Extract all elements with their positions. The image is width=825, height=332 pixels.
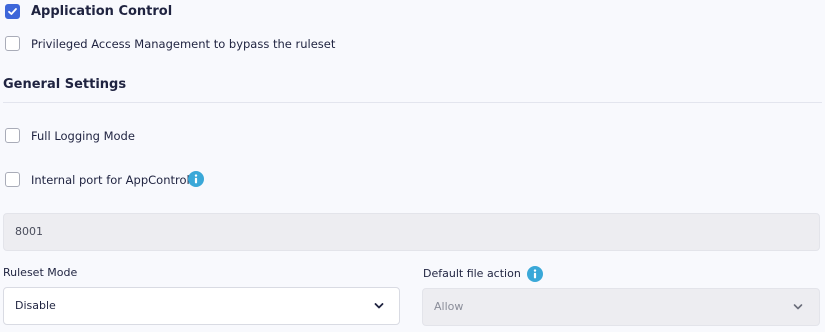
section-divider (3, 102, 822, 103)
ruleset-mode-value: Disable (15, 299, 56, 312)
info-icon[interactable] (527, 266, 543, 282)
internal-port-input[interactable]: 8001 (3, 213, 820, 251)
app-control-settings: Application Control Privileged Access Ma… (0, 0, 825, 332)
chevron-down-icon (374, 303, 384, 309)
application-control-checkbox[interactable] (5, 4, 20, 19)
internal-port-label: Internal port for AppControl (31, 173, 190, 187)
full-logging-label: Full Logging Mode (31, 129, 135, 143)
checkmark-icon (8, 8, 17, 15)
internal-port-checkbox[interactable] (5, 172, 20, 187)
full-logging-checkbox[interactable] (5, 128, 20, 143)
chevron-down-icon (793, 304, 803, 310)
general-settings-title: General Settings (3, 77, 127, 92)
default-file-action-value: Allow (434, 300, 464, 313)
application-control-label: Application Control (31, 4, 173, 19)
info-icon[interactable] (188, 171, 204, 187)
ruleset-mode-select[interactable]: Disable (3, 287, 400, 325)
default-file-action-select[interactable]: Allow (422, 288, 820, 326)
pam-bypass-checkbox[interactable] (5, 36, 20, 51)
default-file-action-label: Default file action (423, 267, 521, 280)
ruleset-mode-label: Ruleset Mode (3, 266, 78, 279)
pam-bypass-label: Privileged Access Management to bypass t… (31, 37, 336, 51)
